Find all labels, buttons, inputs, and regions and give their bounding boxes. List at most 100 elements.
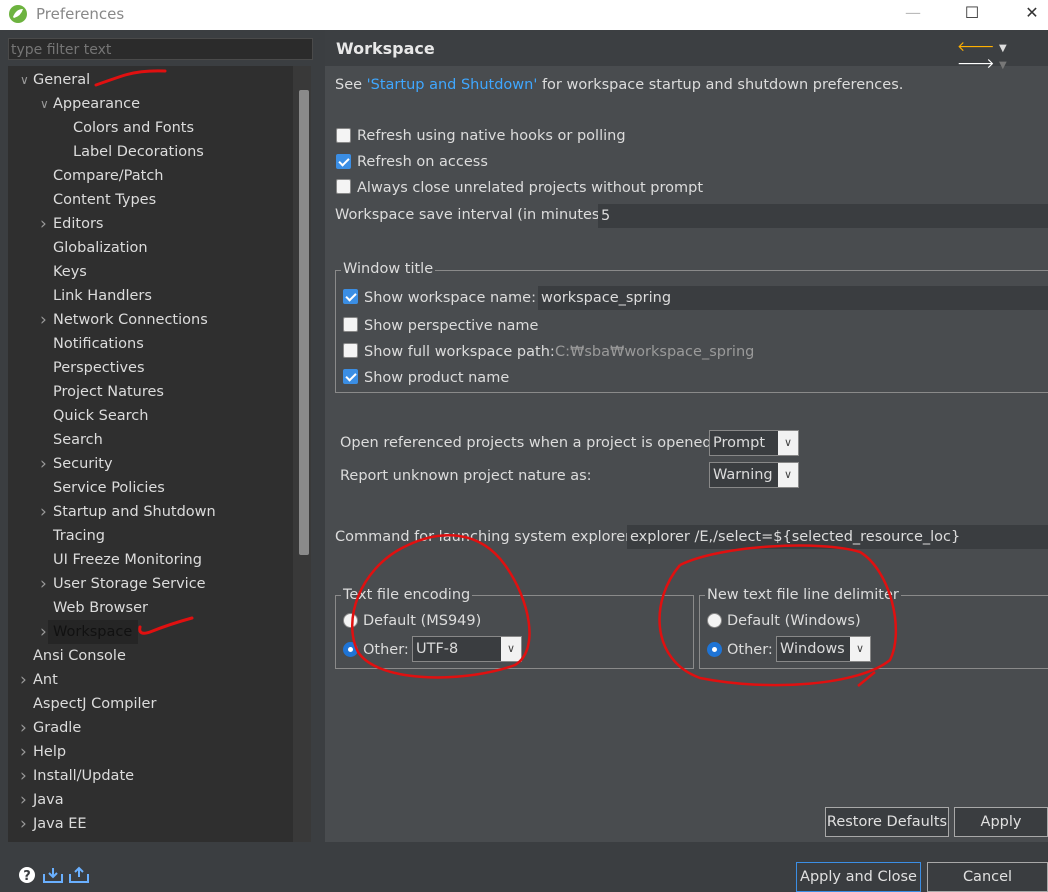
forward-arrow-icon[interactable]: 🡒	[957, 56, 995, 72]
tree-scrollbar-thumb[interactable]	[299, 90, 309, 555]
chevron-right-icon[interactable]: ›	[40, 620, 52, 644]
maximize-button[interactable]: ☐	[952, 2, 992, 26]
tree-item-ui-freeze-monitoring[interactable]: UI Freeze Monitoring	[8, 548, 293, 572]
chevron-right-icon[interactable]: ›	[40, 308, 52, 332]
tree-item-tracing[interactable]: Tracing	[8, 524, 293, 548]
workspace-name-input[interactable]: workspace_spring	[538, 286, 1048, 310]
back-menu-chevron-icon[interactable]: ▼	[999, 43, 1007, 54]
tree-item-compare-patch[interactable]: Compare/Patch	[8, 164, 293, 188]
show-full-path-label: Show full workspace path:	[364, 344, 555, 360]
svg-text:?: ?	[23, 869, 31, 884]
tree-item-label: Startup and Shutdown	[53, 504, 216, 520]
tree-item-ansi-console[interactable]: Ansi Console	[8, 644, 293, 668]
tree-item-label: Project Natures	[53, 384, 164, 400]
chevron-right-icon[interactable]: ›	[40, 212, 52, 236]
tree-item-install-update[interactable]: › Install/Update	[8, 764, 293, 788]
restore-defaults-button[interactable]: Restore Defaults	[825, 807, 949, 837]
tree-item-link-handlers[interactable]: Link Handlers	[8, 284, 293, 308]
window-title: Preferences	[36, 5, 125, 23]
delimiter-other-radio[interactable]	[707, 642, 722, 657]
tree-item-network-connections[interactable]: › Network Connections	[8, 308, 293, 332]
refresh-native-checkbox[interactable]	[336, 128, 351, 143]
delimiter-value: Windows	[780, 641, 845, 657]
back-arrow-icon[interactable]: 🡐	[957, 39, 995, 55]
tree-item-quick-search[interactable]: Quick Search	[8, 404, 293, 428]
tree-item-label: Notifications	[53, 336, 144, 352]
delimiter-combo[interactable]: Windows ∨	[776, 636, 871, 662]
apply-and-close-button[interactable]: Apply and Close	[796, 862, 921, 892]
encoding-default-radio[interactable]	[343, 613, 358, 628]
tree-item-general[interactable]: ∨ General	[8, 68, 293, 92]
tree-item-perspectives[interactable]: Perspectives	[8, 356, 293, 380]
delimiter-default-radio[interactable]	[707, 613, 722, 628]
close-button[interactable]: ✕	[1012, 2, 1048, 26]
intro-post: for workspace startup and shutdown prefe…	[537, 77, 904, 93]
export-icon[interactable]	[68, 866, 90, 884]
minimize-button[interactable]: —	[893, 2, 933, 26]
chevron-right-icon[interactable]: ›	[20, 716, 32, 740]
save-interval-input[interactable]: 5	[598, 204, 1048, 228]
chevron-right-icon[interactable]: ›	[20, 764, 32, 788]
tree-item-label: Quick Search	[53, 408, 149, 424]
chevron-down-icon: ∨	[778, 463, 798, 487]
tree-item-label: Keys	[53, 264, 87, 280]
tree-item-help[interactable]: › Help	[8, 740, 293, 764]
always-close-checkbox[interactable]	[336, 179, 351, 194]
tree-item-label: Service Policies	[53, 480, 165, 496]
apply-button[interactable]: Apply	[954, 807, 1048, 837]
page-header: Workspace 🡐 ▼ 🡒 ▼	[325, 30, 1048, 72]
tree-item-editors[interactable]: › Editors	[8, 212, 293, 236]
tree-item-user-storage-service[interactable]: › User Storage Service	[8, 572, 293, 596]
filter-input[interactable]: type filter text	[8, 38, 313, 60]
show-workspace-name-checkbox[interactable]	[343, 289, 358, 304]
cancel-button[interactable]: Cancel	[927, 862, 1048, 892]
chevron-right-icon[interactable]: ›	[20, 668, 32, 692]
chevron-right-icon[interactable]: ›	[40, 452, 52, 476]
command-explorer-input[interactable]: explorer /E,/select=${selected_resource_…	[627, 525, 1048, 549]
tree-item-notifications[interactable]: Notifications	[8, 332, 293, 356]
tree-item-security[interactable]: › Security	[8, 452, 293, 476]
intro-text: See 'Startup and Shutdown' for workspace…	[335, 77, 903, 93]
show-perspective-name-checkbox[interactable]	[343, 317, 358, 332]
tree-item-java-ee[interactable]: › Java EE	[8, 812, 293, 836]
chevron-right-icon[interactable]: ›	[20, 788, 32, 812]
help-icon[interactable]: ?	[18, 866, 36, 884]
import-icon[interactable]	[42, 866, 64, 884]
tree-item-keys[interactable]: Keys	[8, 260, 293, 284]
refresh-access-checkbox[interactable]	[336, 154, 351, 169]
chevron-down-icon[interactable]: ∨	[20, 68, 32, 92]
encoding-combo[interactable]: UTF-8 ∨	[412, 636, 522, 662]
tree-item-project-natures[interactable]: Project Natures	[8, 380, 293, 404]
open-referenced-combo[interactable]: Prompt ∨	[709, 430, 799, 456]
tree-item-java[interactable]: › Java	[8, 788, 293, 812]
tree-item-label: Help	[33, 744, 67, 760]
chevron-down-icon: ∨	[850, 637, 870, 661]
show-product-name-checkbox[interactable]	[343, 369, 358, 384]
chevron-right-icon[interactable]: ›	[20, 812, 32, 836]
report-unknown-combo[interactable]: Warning ∨	[709, 462, 799, 488]
tree-item-appearance[interactable]: ∨ Appearance	[8, 92, 293, 116]
tree-item-search[interactable]: Search	[8, 428, 293, 452]
tree-item-ant[interactable]: › Ant	[8, 668, 293, 692]
chevron-right-icon[interactable]: ›	[20, 740, 32, 764]
show-full-path-checkbox[interactable]	[343, 343, 358, 358]
tree-item-aspectj-compiler[interactable]: AspectJ Compiler	[8, 692, 293, 716]
chevron-right-icon[interactable]: ›	[40, 572, 52, 596]
tree-item-content-types[interactable]: Content Types	[8, 188, 293, 212]
tree-item-startup-and-shutdown[interactable]: › Startup and Shutdown	[8, 500, 293, 524]
chevron-right-icon[interactable]: ›	[40, 500, 52, 524]
encoding-value: UTF-8	[416, 641, 459, 657]
encoding-other-radio[interactable]	[343, 642, 358, 657]
tree-item-colors-and-fonts[interactable]: Colors and Fonts	[8, 116, 293, 140]
tree-item-globalization[interactable]: Globalization	[8, 236, 293, 260]
tree-item-label-decorations[interactable]: Label Decorations	[8, 140, 293, 164]
forward-menu-chevron-icon[interactable]: ▼	[999, 60, 1007, 71]
intro-pre: See	[335, 77, 367, 93]
startup-shutdown-link[interactable]: 'Startup and Shutdown'	[367, 77, 538, 93]
chevron-down-icon[interactable]: ∨	[40, 92, 52, 116]
spring-logo-icon	[9, 5, 27, 23]
tree-item-workspace[interactable]: › Workspace	[40, 620, 138, 644]
tree-item-gradle[interactable]: › Gradle	[8, 716, 293, 740]
tree-item-service-policies[interactable]: Service Policies	[8, 476, 293, 500]
tree-item-web-browser[interactable]: Web Browser	[8, 596, 293, 620]
